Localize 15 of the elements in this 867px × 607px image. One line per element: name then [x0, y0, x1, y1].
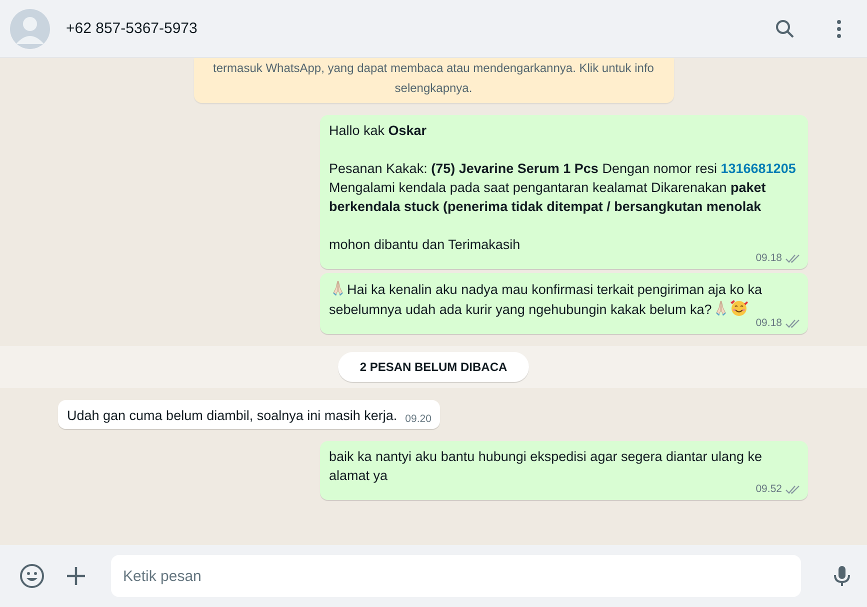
message-time: 09.20 — [405, 412, 432, 427]
message-text: Hallo kak Oskar — [329, 122, 428, 140]
message-time: 09.18 — [756, 250, 782, 266]
unread-messages-label: 2 PESAN BELUM DIBACA — [338, 352, 530, 382]
tracking-number-link[interactable]: 1316681205 — [720, 161, 796, 176]
message-text: mohon dibantu dan Terimakasih — [329, 236, 522, 254]
message-input-field[interactable]: Ketik pesan — [111, 555, 801, 597]
encryption-notice[interactable]: termasuk WhatsApp, yang dapat membaca atau mendengarkannya. Klik untuk info selengkapnya. — [194, 58, 674, 103]
message-time: 09.52 — [756, 482, 782, 496]
message-text: baik ka nantyi aku bantu hubungi ekspedisi agar segera diantar ulang ke alamat ya — [329, 448, 764, 484]
message-text: Pesanan Kakak: (75) Jevarine Serum 1 Pcs Dengan nomor resi 1316681205 Mengalami kendala pada saat pengantaran kealamat Dikarenakan paket berkendala stuck (penerima tidak ditempat / bersangkutan menolak — [329, 160, 797, 216]
emoji-icon[interactable] — [19, 563, 45, 589]
message-text: Udah gan cuma belum diambil, soalnya ini masih kerja. — [67, 407, 398, 425]
contact-name: +62 857-5367-5973 — [66, 20, 198, 37]
smiling-face-with-hearts-icon — [730, 299, 748, 317]
